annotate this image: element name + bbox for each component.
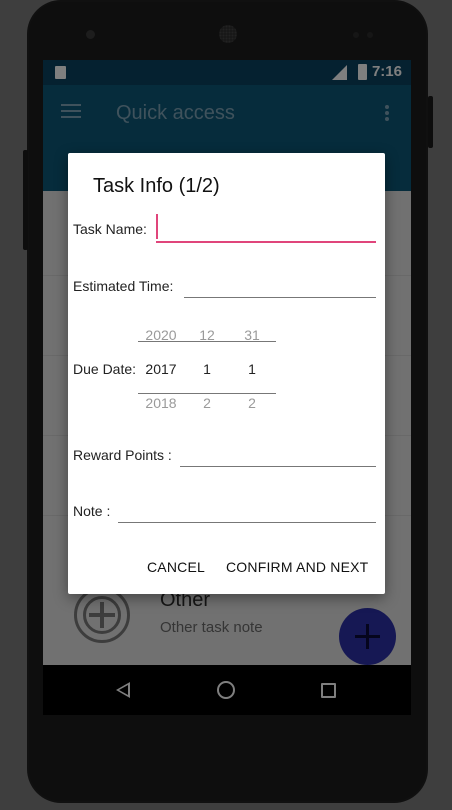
picker-year-selected[interactable]: 2017 bbox=[141, 361, 181, 377]
picker-month-next[interactable]: 2 bbox=[187, 395, 227, 411]
task-info-dialog: Task Info (1/2) Task Name: Estimated Tim… bbox=[68, 153, 385, 594]
dialog-title: Task Info (1/2) bbox=[93, 175, 220, 197]
picker-day-selected[interactable]: 1 bbox=[232, 361, 272, 377]
note-label: Note : bbox=[73, 503, 111, 519]
reward-points-input[interactable] bbox=[180, 466, 376, 467]
estimated-time-label: Estimated Time: bbox=[73, 278, 174, 294]
estimated-time-input[interactable] bbox=[184, 297, 376, 298]
note-input[interactable] bbox=[118, 522, 376, 523]
task-name-input[interactable] bbox=[156, 241, 376, 243]
confirm-and-next-button[interactable]: CONFIRM AND NEXT bbox=[226, 559, 368, 575]
due-date-label: Due Date: bbox=[73, 361, 137, 377]
picker-divider bbox=[138, 393, 276, 394]
cancel-button[interactable]: CANCEL bbox=[147, 559, 205, 575]
reward-points-label: Reward Points : bbox=[73, 447, 172, 463]
text-cursor bbox=[156, 214, 158, 239]
picker-year-next[interactable]: 2018 bbox=[141, 395, 181, 411]
picker-day-next[interactable]: 2 bbox=[232, 395, 272, 411]
picker-month-selected[interactable]: 1 bbox=[187, 361, 227, 377]
task-name-label: Task Name: bbox=[73, 221, 147, 237]
picker-divider bbox=[138, 341, 276, 342]
